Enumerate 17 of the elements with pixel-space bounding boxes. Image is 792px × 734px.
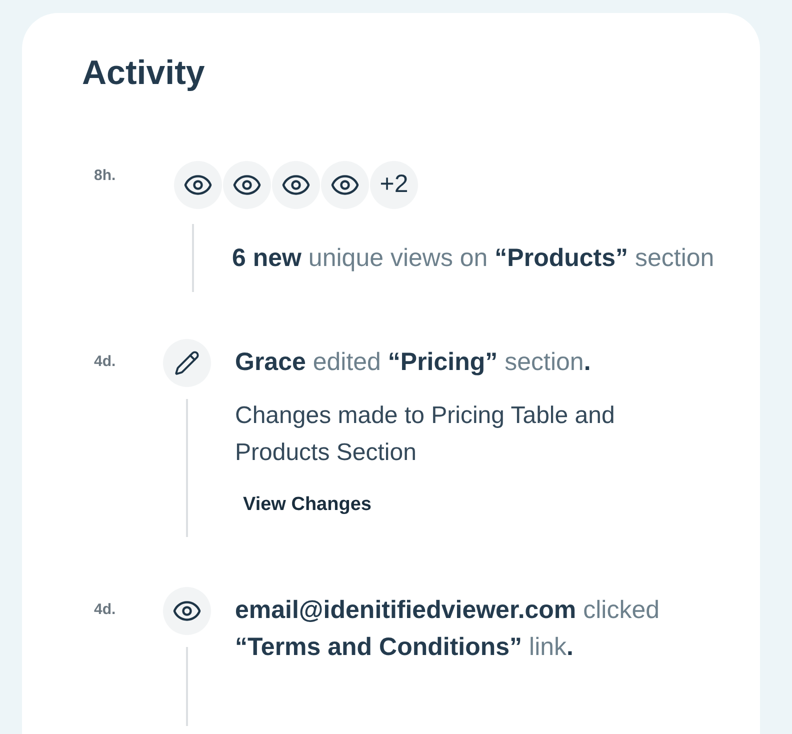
more-viewers-count: +2 [370, 161, 418, 209]
pencil-icon [163, 339, 211, 387]
eye-icon [163, 587, 211, 635]
activity-text: Grace edited “Pricing” section. [235, 347, 591, 378]
activity-text: 6 new unique views on “Products” section [232, 242, 714, 274]
activity-description: Changes made to Pricing Table and Products Section [235, 401, 616, 468]
activity-title: Activity [82, 53, 205, 93]
eye-icon [272, 161, 320, 209]
view-changes-button[interactable]: View Changes [235, 489, 380, 521]
time-label: 4d. [94, 600, 117, 620]
eye-icon [174, 161, 222, 209]
eye-icon [223, 161, 271, 209]
timeline-line [192, 224, 194, 292]
time-label: 8h. [94, 166, 117, 186]
activity-text: email@idenitifiedviewer.com clicked “Terms and Conditions” link. [235, 595, 661, 663]
eye-icon [321, 161, 369, 209]
time-label: 4d. [94, 352, 117, 372]
